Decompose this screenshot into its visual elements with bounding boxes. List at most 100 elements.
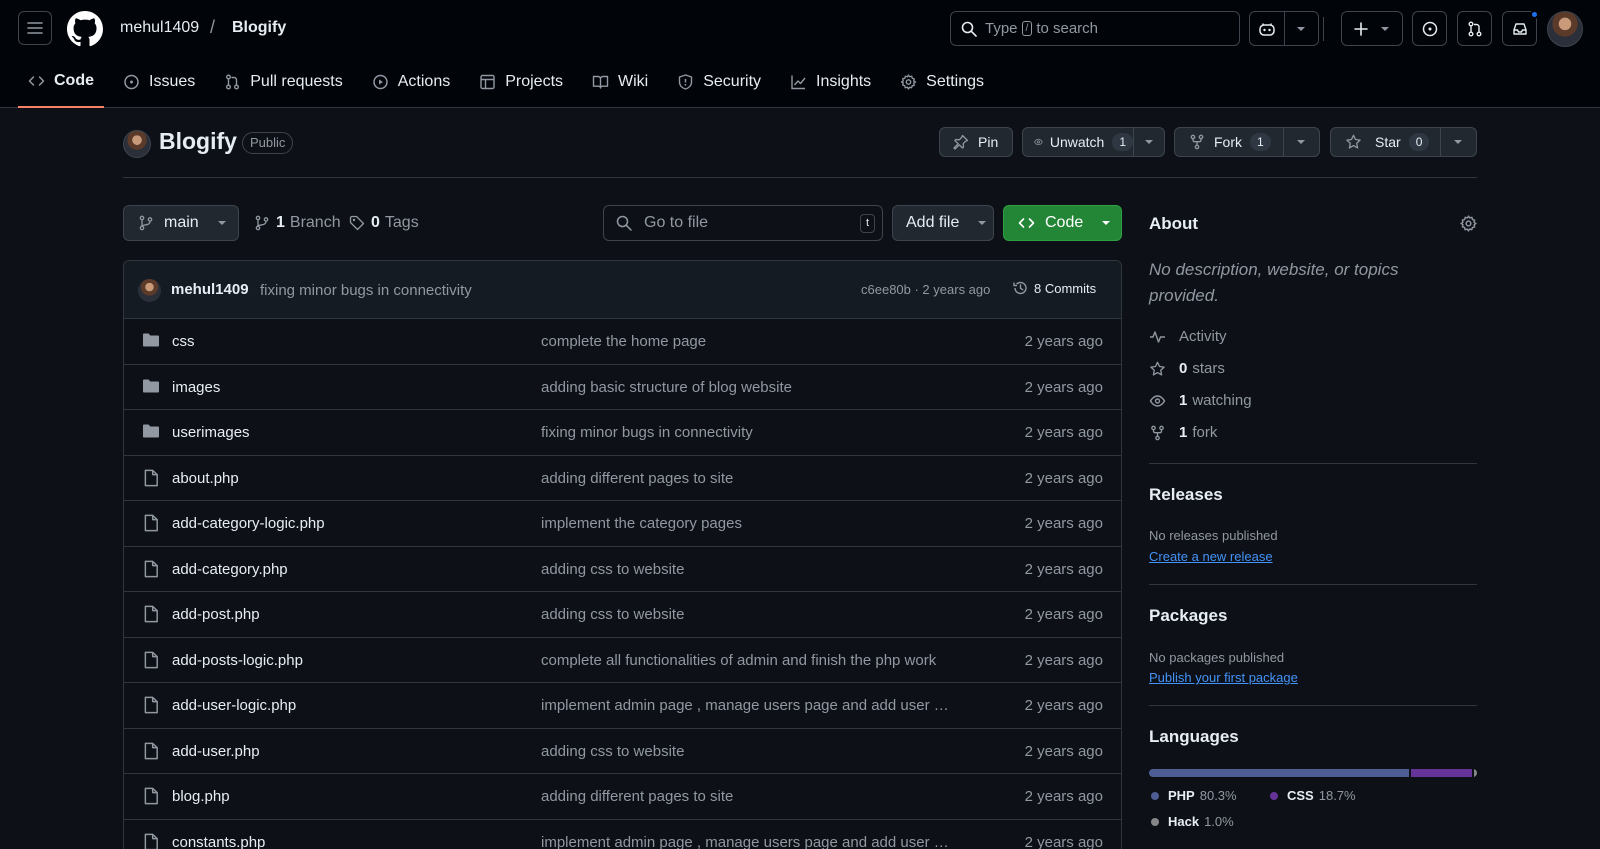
user-avatar[interactable] — [1547, 11, 1583, 47]
file-name[interactable]: add-posts-logic.php — [172, 652, 303, 669]
file-commit-message[interactable]: adding css to website — [541, 606, 973, 623]
commit-message[interactable]: fixing minor bugs in connectivity — [260, 282, 472, 299]
activity-link[interactable]: Activity — [1149, 328, 1227, 345]
file-name[interactable]: constants.php — [172, 834, 265, 849]
search-input[interactable]: Type / to search — [950, 11, 1240, 46]
file-row[interactable]: about.php adding different pages to site 2… — [124, 456, 1121, 501]
tab-wiki[interactable]: Wiki — [582, 60, 658, 104]
tab-insights[interactable]: Insights — [780, 60, 881, 104]
file-name[interactable]: blog.php — [172, 788, 230, 805]
create-new-button[interactable] — [1341, 11, 1403, 46]
forks-link[interactable]: 1 fork — [1149, 424, 1217, 441]
releases-heading[interactable]: Releases — [1149, 485, 1223, 505]
file-row[interactable]: add-posts-logic.php complete all function… — [124, 638, 1121, 683]
fork-dropdown[interactable] — [1284, 139, 1319, 145]
file-row[interactable]: add-user-logic.php implement admin page ,… — [124, 683, 1121, 729]
file-commit-message[interactable]: adding css to website — [541, 561, 973, 578]
repo-title[interactable]: Blogify — [159, 128, 237, 155]
issues-button[interactable] — [1412, 11, 1447, 46]
file-row[interactable]: images adding basic structure of blog web… — [124, 365, 1121, 410]
add-file-button[interactable]: Add file — [892, 205, 994, 241]
file-icon — [142, 651, 160, 669]
github-logo-icon[interactable] — [67, 11, 103, 47]
branch-selector[interactable]: main — [123, 205, 239, 241]
eye-icon — [1149, 394, 1166, 407]
breadcrumb-owner[interactable]: mehul1409 — [120, 19, 199, 37]
file-name[interactable]: css — [172, 333, 195, 350]
file-name[interactable]: add-category-logic.php — [172, 515, 325, 532]
watching-link[interactable]: 1 watching — [1149, 392, 1252, 409]
code-button[interactable]: Code — [1003, 205, 1122, 241]
language-css[interactable]: CSS 18.7% — [1270, 788, 1356, 803]
file-commit-date: 2 years ago — [1024, 378, 1103, 396]
create-release-link[interactable]: Create a new release — [1149, 549, 1273, 564]
folder-icon — [142, 423, 160, 439]
file-commit-message[interactable]: implement admin page , manage users page… — [541, 697, 973, 714]
file-row[interactable]: add-user.php adding css to website 2 years… — [124, 729, 1121, 774]
menu-button[interactable] — [18, 11, 52, 45]
file-commit-message[interactable]: implement admin page , manage users page… — [541, 834, 973, 849]
file-name[interactable]: add-category.php — [172, 561, 288, 578]
file-commit-message[interactable]: adding basic structure of blog website — [541, 379, 973, 396]
watch-dropdown[interactable] — [1134, 139, 1164, 145]
file-row[interactable]: add-post.php adding css to website 2 years… — [124, 592, 1121, 638]
file-row[interactable]: add-category.php adding css to website 2 y… — [124, 547, 1121, 592]
tab-issues[interactable]: Issues — [113, 60, 205, 104]
breadcrumb-repo[interactable]: Blogify — [232, 19, 286, 37]
commit-author[interactable]: mehul1409 — [171, 281, 249, 298]
commits-link[interactable]: 8 Commits — [1012, 280, 1096, 296]
file-table: mehul1409 fixing minor bugs in connectiv… — [123, 260, 1122, 849]
file-commit-message[interactable]: adding different pages to site — [541, 470, 973, 487]
publish-package-link[interactable]: Publish your first package — [1149, 670, 1298, 685]
go-to-file-input[interactable]: Go to file t — [603, 205, 883, 241]
pull-request-icon — [1468, 21, 1481, 36]
file-row[interactable]: blog.php adding different pages to site 2 … — [124, 774, 1121, 820]
tab-pull-requests[interactable]: Pull requests — [214, 60, 353, 104]
file-icon — [142, 469, 160, 487]
file-commit-message[interactable]: complete all functionalities of admin an… — [541, 652, 973, 669]
pin-button[interactable]: Pin — [939, 127, 1013, 157]
repo-owner-avatar[interactable] — [123, 130, 151, 158]
file-commit-message[interactable]: adding css to website — [541, 743, 973, 760]
stars-link[interactable]: 0 stars — [1149, 360, 1225, 377]
packages-heading[interactable]: Packages — [1149, 606, 1227, 626]
fork-button[interactable]: Fork 1 — [1174, 127, 1320, 157]
packages-empty: No packages published — [1149, 650, 1285, 665]
gear-icon[interactable] — [1460, 215, 1477, 232]
commit-hash-time[interactable]: c6ee80b · 2 years ago — [861, 282, 990, 297]
file-name[interactable]: images — [172, 379, 220, 396]
file-commit-message[interactable]: complete the home page — [541, 333, 973, 350]
tab-actions[interactable]: Actions — [362, 60, 460, 104]
tab-security[interactable]: Security — [667, 60, 771, 104]
stars-label: stars — [1192, 360, 1225, 377]
tab-projects[interactable]: Projects — [469, 60, 573, 104]
pull-request-icon — [226, 74, 240, 90]
file-commit-message[interactable]: fixing minor bugs in connectivity — [541, 424, 973, 441]
file-name[interactable]: about.php — [172, 470, 239, 487]
commit-author-avatar[interactable] — [138, 279, 161, 302]
watch-button[interactable]: Unwatch 1 — [1022, 127, 1165, 157]
file-name[interactable]: userimages — [172, 424, 250, 441]
tab-code[interactable]: Code — [18, 60, 104, 108]
star-dropdown[interactable] — [1441, 139, 1476, 145]
file-name[interactable]: add-user.php — [172, 743, 260, 760]
copilot-button[interactable] — [1249, 11, 1319, 46]
file-name[interactable]: add-post.php — [172, 606, 260, 623]
file-row[interactable]: constants.php implement admin page , mana… — [124, 820, 1121, 849]
tags-link[interactable]: 0 Tags — [349, 214, 419, 232]
star-button[interactable]: Star 0 — [1330, 127, 1477, 157]
file-commit-message[interactable]: implement the category pages — [541, 515, 973, 532]
file-row[interactable]: css complete the home page 2 years ago — [124, 319, 1121, 365]
global-header: mehul1409 / Blogify Type / to search Cod… — [0, 0, 1600, 108]
language-bar-segment-css — [1411, 769, 1472, 777]
language-hack[interactable]: Hack 1.0% — [1151, 814, 1234, 829]
file-row[interactable]: userimages fixing minor bugs in connectiv… — [124, 410, 1121, 456]
file-row[interactable]: add-category-logic.php implement the cate… — [124, 501, 1121, 547]
tab-settings[interactable]: Settings — [890, 60, 994, 104]
chevron-down-icon — [1144, 140, 1153, 144]
file-commit-message[interactable]: adding different pages to site — [541, 788, 973, 805]
language-php[interactable]: PHP 80.3% — [1151, 788, 1237, 803]
file-name[interactable]: add-user-logic.php — [172, 697, 296, 714]
branches-link[interactable]: 1 Branch — [254, 214, 341, 232]
pull-requests-button[interactable] — [1457, 11, 1492, 46]
